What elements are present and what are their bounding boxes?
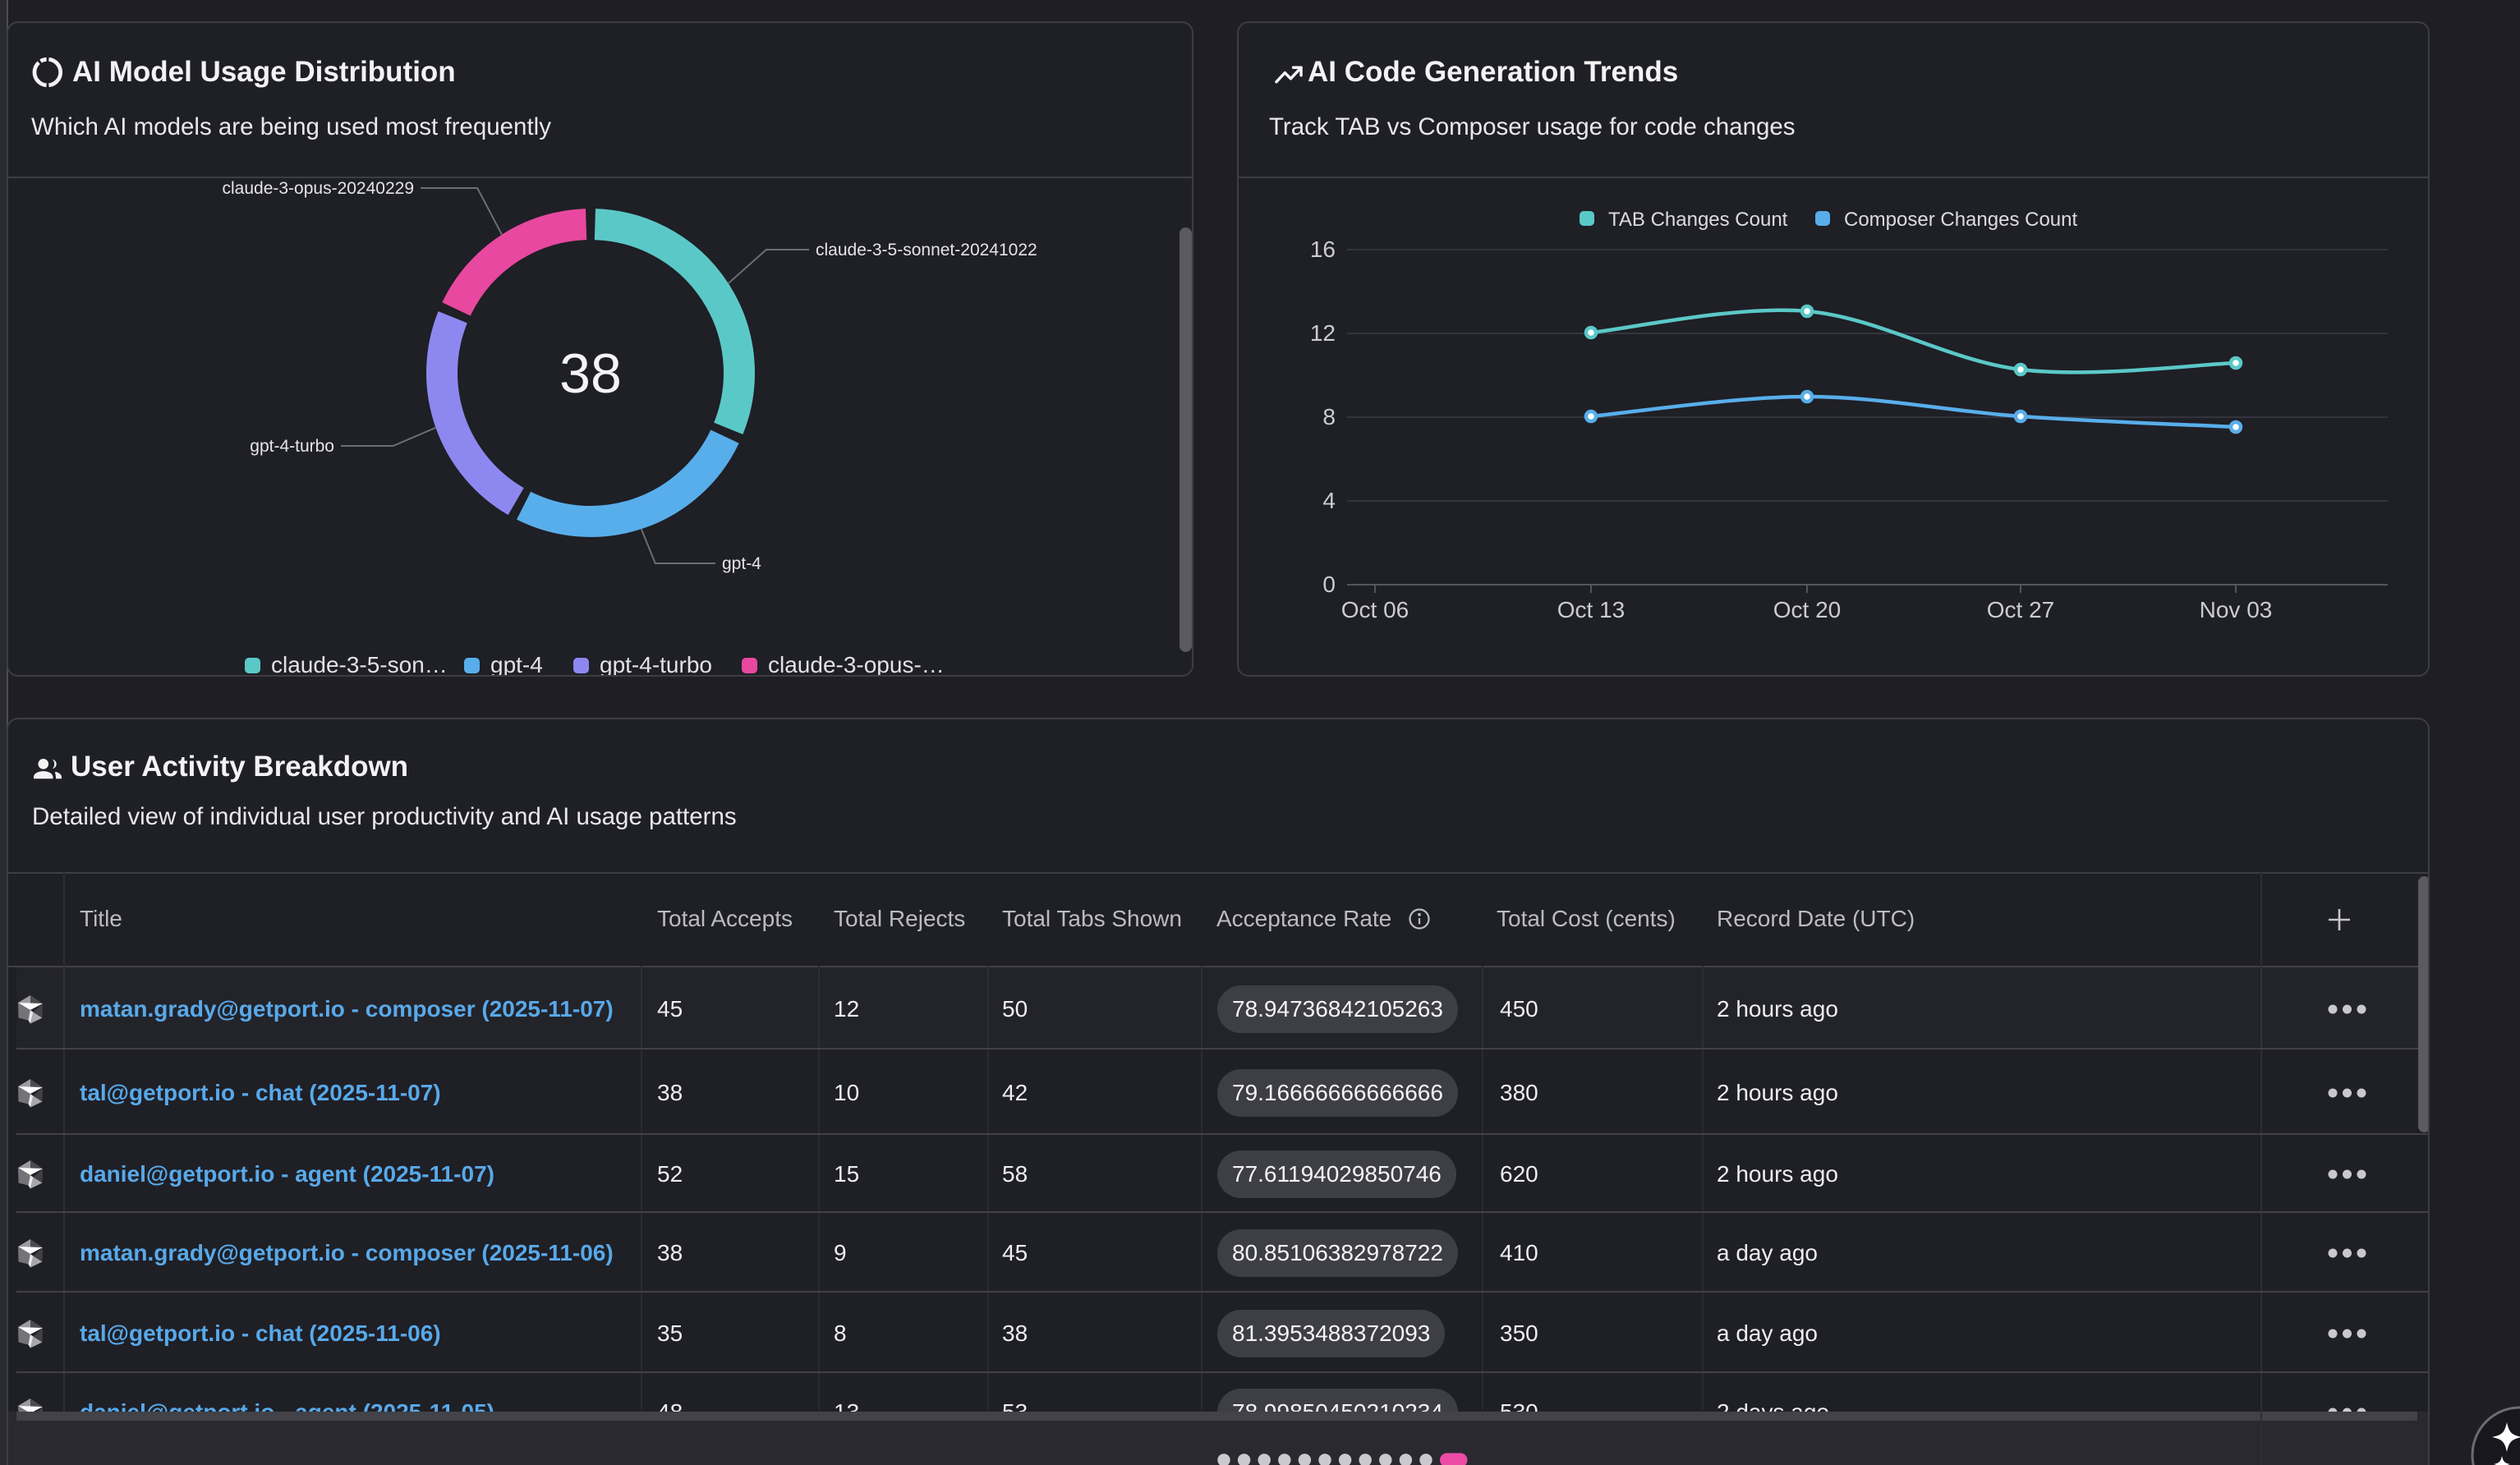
- svg-text:gpt-4-turbo: gpt-4-turbo: [250, 437, 334, 456]
- svg-text:Oct 27: Oct 27: [1987, 597, 2054, 622]
- svg-text:8: 8: [1322, 404, 1336, 429]
- svg-text:38: 38: [559, 342, 622, 405]
- svg-text:12: 12: [1310, 320, 1336, 346]
- svg-text:4: 4: [1322, 488, 1336, 513]
- svg-text:Nov 03: Nov 03: [2200, 597, 2273, 622]
- svg-text:claude-3-5-sonnet-20241022: claude-3-5-sonnet-20241022: [816, 241, 1037, 259]
- svg-text:gpt-4-turbo: gpt-4-turbo: [600, 652, 712, 675]
- svg-text:gpt-4: gpt-4: [722, 554, 761, 573]
- svg-text:0: 0: [1322, 572, 1336, 597]
- svg-text:Composer Changes Count: Composer Changes Count: [1844, 209, 2077, 231]
- svg-text:Oct 06: Oct 06: [1341, 597, 1409, 622]
- svg-text:Oct 20: Oct 20: [1773, 597, 1841, 622]
- svg-text:claude-3-opus-20240229: claude-3-opus-20240229: [222, 179, 414, 198]
- svg-text:claude-3-5-son…: claude-3-5-son…: [271, 652, 448, 675]
- svg-text:gpt-4: gpt-4: [490, 652, 543, 675]
- svg-text:TAB Changes Count: TAB Changes Count: [1608, 209, 1788, 231]
- svg-text:Oct 13: Oct 13: [1557, 597, 1625, 622]
- svg-text:16: 16: [1310, 237, 1336, 262]
- svg-text:claude-3-opus-…: claude-3-opus-…: [768, 652, 945, 675]
